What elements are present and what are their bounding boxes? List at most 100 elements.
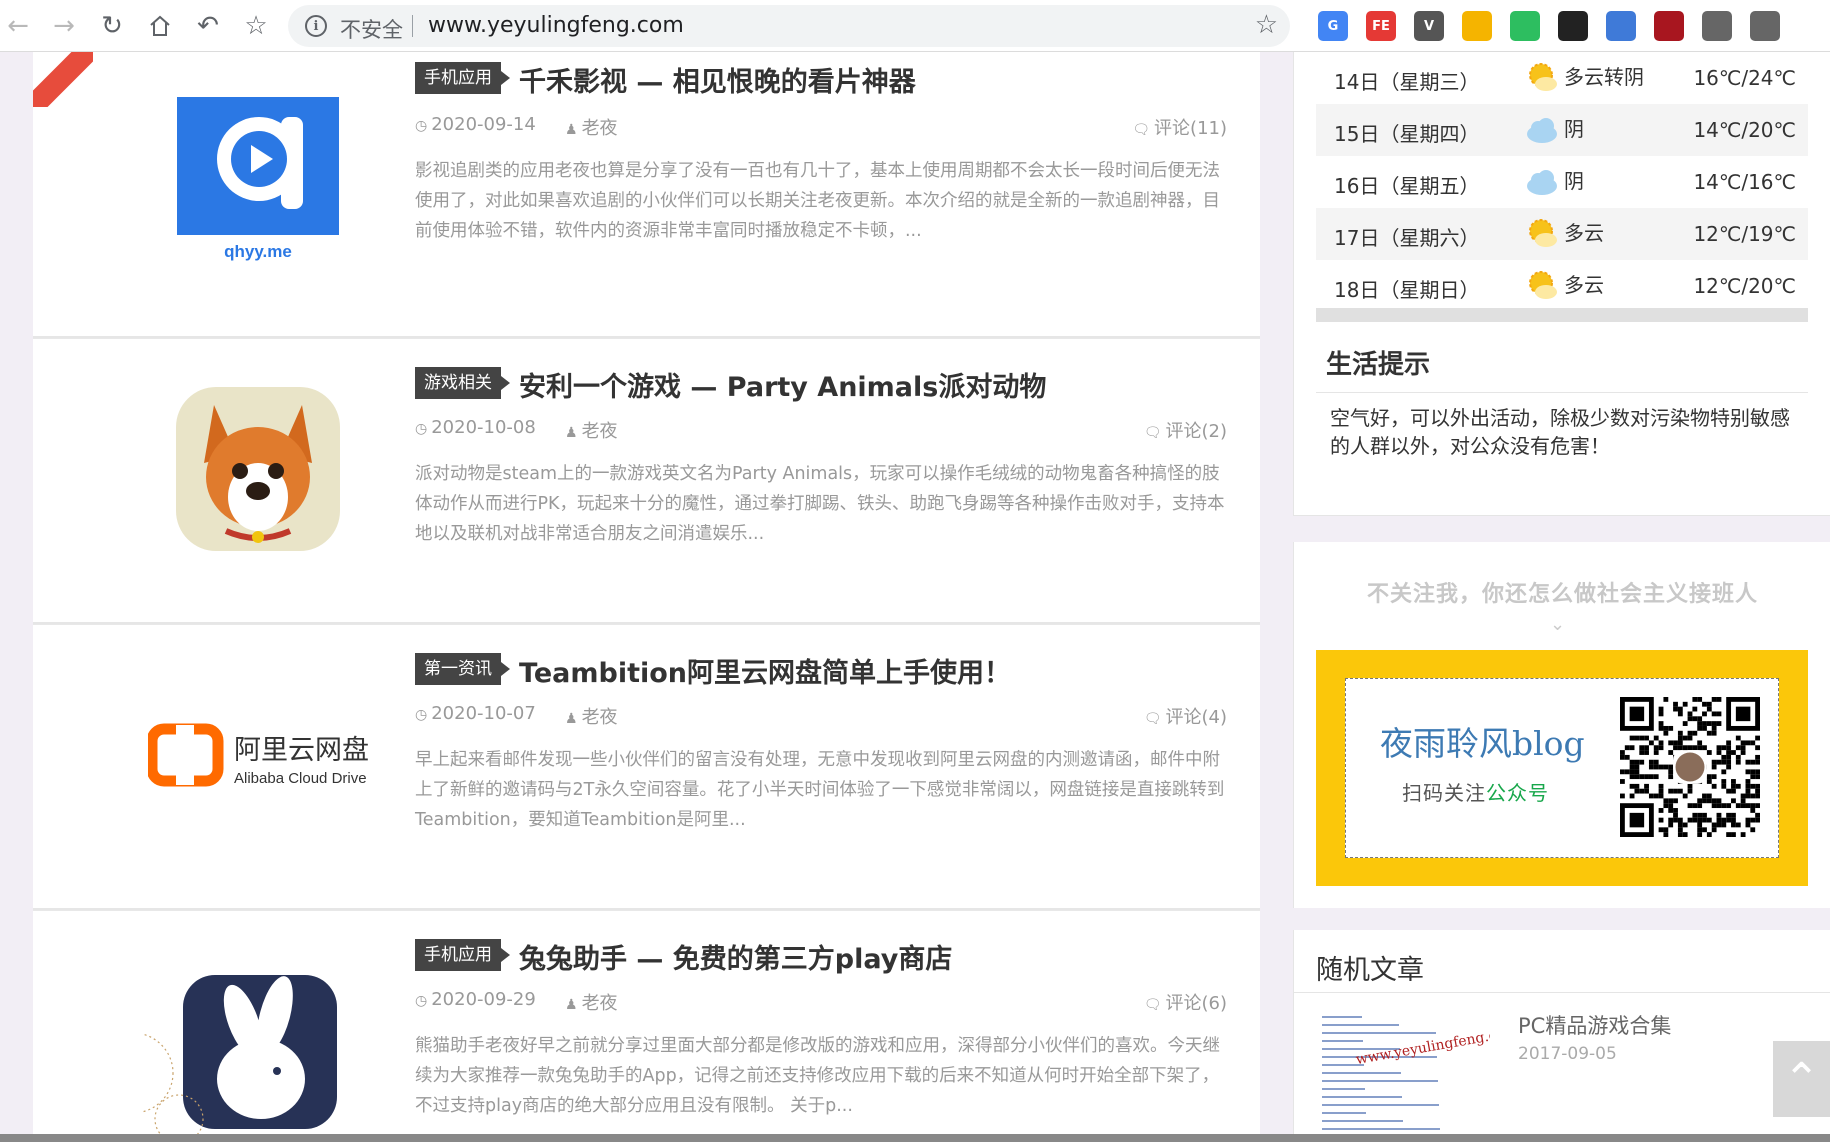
article-author[interactable]: ♟ 老夜 xyxy=(565,989,618,1015)
article-comments[interactable]: 🗨 评论(2) xyxy=(1144,417,1227,443)
thumb-watermark: www.yeyulingfeng.com xyxy=(1355,1024,1490,1068)
weather-day: 18日（星期日） xyxy=(1334,278,1480,302)
user-icon: ♟ xyxy=(565,997,578,1013)
article-thumbnail[interactable]: qhyy.me xyxy=(143,82,373,282)
random-articles-widget: 随机文章 www.yeyulingfeng.com PC精品游戏合集 2017-… xyxy=(1293,930,1830,1142)
vimium-extension-icon[interactable]: V xyxy=(1414,11,1444,41)
clock-icon: ◷ xyxy=(415,421,428,437)
weather-temp: 12℃/20℃ xyxy=(1693,274,1796,298)
bookmark-star-icon[interactable]: ☆ xyxy=(1255,10,1278,40)
back-to-top-button[interactable]: ⌃ xyxy=(1773,1041,1830,1117)
home-icon[interactable] xyxy=(142,8,178,44)
category-tag[interactable]: 游戏相关 xyxy=(415,367,510,399)
qr-cta: 扫码关注公众号 xyxy=(1402,781,1549,805)
category-tag[interactable]: 手机应用 xyxy=(415,939,510,971)
tampermonkey-cat-extension-icon[interactable] xyxy=(1462,11,1492,41)
weather-temp: 14℃/20℃ xyxy=(1693,118,1796,142)
article-title[interactable]: 千禾影视 — 相见恨晚的看片神器 xyxy=(519,60,916,99)
weather-condition: 多云转阴 xyxy=(1564,65,1644,89)
user-icon: ♟ xyxy=(565,425,578,441)
category-tag[interactable]: 第一资讯 xyxy=(415,653,510,685)
sun-cloud-icon xyxy=(1529,271,1557,299)
article-thumbnail[interactable] xyxy=(143,369,373,569)
evernote-extension-icon[interactable] xyxy=(1510,11,1540,41)
weather-row: 17日（星期六） 多云 12℃/19℃ xyxy=(1316,208,1808,260)
cloud-icon xyxy=(1527,118,1557,143)
article-excerpt: 派对动物是steam上的一款游戏英文名为Party Animals，玩家可以操作… xyxy=(415,464,1225,544)
downloader-extension-icon[interactable] xyxy=(1606,11,1636,41)
qr-code-icon xyxy=(1620,697,1760,837)
back-icon[interactable]: ← xyxy=(0,8,36,44)
article-title[interactable]: 兔兔助手 — 免费的第三方play商店 xyxy=(519,937,952,976)
clock-icon: ◷ xyxy=(415,118,428,134)
article-item[interactable]: 游戏相关 安利一个游戏 — Party Animals派对动物 ◷ 2020-10… xyxy=(33,338,1260,624)
article-comments[interactable]: 🗨 评论(6) xyxy=(1144,989,1227,1015)
comment-icon: 🗨 xyxy=(1143,425,1162,441)
random-heading: 随机文章 xyxy=(1316,955,1424,986)
article-item[interactable]: 阿里云网盘 Alibaba Cloud Drive 第一资讯 Teambitio… xyxy=(33,624,1260,910)
article-date: ◷ 2020-09-29 xyxy=(415,989,536,1010)
ribbon-label xyxy=(33,52,93,107)
article-title[interactable]: Teambition阿里云网盘简单上手使用！ xyxy=(519,651,1011,690)
weather-condition: 阴 xyxy=(1564,169,1584,193)
address-bar[interactable]: i 不安全 www.yeyulingfeng.com ☆ xyxy=(288,5,1290,47)
address-separator xyxy=(412,15,413,37)
article-title[interactable]: 安利一个游戏 — Party Animals派对动物 xyxy=(519,365,1046,404)
crop-extension-icon[interactable] xyxy=(1702,11,1732,41)
article-comments[interactable]: 🗨 评论(11) xyxy=(1132,114,1227,140)
article-item[interactable]: 手机应用 兔兔助手 — 免费的第三方play商店 ◷ 2020-09-29 ♟ 老夜… xyxy=(33,910,1260,1142)
aliyun-drive-title: 阿里云网盘 xyxy=(234,735,368,766)
follow-slogan: 不关注我，你还怎么做社会主义接班人 xyxy=(1366,582,1758,607)
ublock-extension-icon[interactable] xyxy=(1654,11,1684,41)
article-list: qhyy.me 手机应用 千禾影视 — 相见恨晚的看片神器 ◷ 2020-09-1… xyxy=(33,52,1260,1142)
article-excerpt: 早上起来看邮件发现一些小伙伴们的留言没有处理，无意中发现收到阿里云网盘的内测邀请… xyxy=(415,750,1225,830)
info-icon[interactable]: i xyxy=(305,15,327,37)
bookmarks-star-icon[interactable]: ☆ xyxy=(238,8,274,44)
sticky-ribbon xyxy=(33,52,93,107)
weather-day: 15日（星期四） xyxy=(1334,122,1480,146)
article-author[interactable]: ♟ 老夜 xyxy=(565,114,618,140)
comment-icon: 🗨 xyxy=(1143,711,1162,727)
weather-row: 18日（星期日） 多云 12℃/20℃ xyxy=(1316,260,1808,312)
browser-toolbar: ← → ↻ ↶ ☆ i 不安全 www.yeyulingfeng.com ☆ G… xyxy=(0,0,1830,52)
random-divider xyxy=(1294,992,1830,993)
weather-scrollbar[interactable] xyxy=(1316,308,1808,322)
weather-row: 15日（星期四） 阴 14℃/20℃ xyxy=(1316,104,1808,156)
weather-widget: 14日（星期三） 多云转阴 16℃/24℃ 15日（星期四） 阴 14℃/20℃ 16日（星… xyxy=(1293,52,1830,516)
qr-banner[interactable]: 夜雨聆风blog 扫码关注公众号 xyxy=(1316,650,1808,886)
article-comments[interactable]: 🗨 评论(4) xyxy=(1144,703,1227,729)
random-article-thumbnail[interactable]: www.yeyulingfeng.com xyxy=(1316,1008,1490,1142)
article-author[interactable]: ♟ 老夜 xyxy=(565,703,618,729)
chevron-up-icon: ⌃ xyxy=(1783,1053,1820,1105)
random-article-title[interactable]: PC精品游戏合集 xyxy=(1518,1010,1671,1040)
weather-temp: 14℃/16℃ xyxy=(1693,170,1796,194)
forward-icon[interactable]: → xyxy=(46,8,82,44)
security-label[interactable]: 不安全 xyxy=(340,14,403,44)
url-text[interactable]: www.yeyulingfeng.com xyxy=(428,13,684,38)
cloud-icon xyxy=(1527,170,1557,195)
article-item[interactable]: qhyy.me 手机应用 千禾影视 — 相见恨晚的看片神器 ◷ 2020-09-1… xyxy=(33,52,1260,338)
article-date: ◷ 2020-10-07 xyxy=(415,703,536,724)
user-icon: ♟ xyxy=(565,711,578,727)
thumb-caption: qhyy.me xyxy=(224,242,292,261)
random-article-date: 2017-09-05 xyxy=(1518,1044,1617,1064)
category-tag[interactable]: 手机应用 xyxy=(415,62,510,94)
article-thumbnail[interactable] xyxy=(143,941,373,1141)
fe-helper-extension-icon[interactable]: FE xyxy=(1366,11,1396,41)
weather-condition: 多云 xyxy=(1564,221,1604,245)
checker-extension-icon[interactable] xyxy=(1750,11,1780,41)
bottom-scroll-strip xyxy=(0,1134,1830,1142)
undo-icon[interactable]: ↶ xyxy=(190,8,226,44)
google-translate-extension-icon[interactable]: G xyxy=(1318,11,1348,41)
tampermonkey-extension-icon[interactable] xyxy=(1558,11,1588,41)
article-thumbnail[interactable]: 阿里云网盘 Alibaba Cloud Drive xyxy=(143,655,373,855)
reload-icon[interactable]: ↻ xyxy=(94,8,130,44)
rabbit-app-icon xyxy=(143,975,337,1141)
tips-divider xyxy=(1316,392,1808,393)
user-icon: ♟ xyxy=(565,122,578,138)
weather-condition: 多云 xyxy=(1564,273,1604,297)
screenshot-thumb-icon: www.yeyulingfeng.com xyxy=(1322,1016,1490,1138)
article-author[interactable]: ♟ 老夜 xyxy=(565,417,618,443)
article-date: ◷ 2020-10-08 xyxy=(415,417,536,438)
weather-row: 14日（星期三） 多云转阴 16℃/24℃ xyxy=(1316,52,1808,104)
